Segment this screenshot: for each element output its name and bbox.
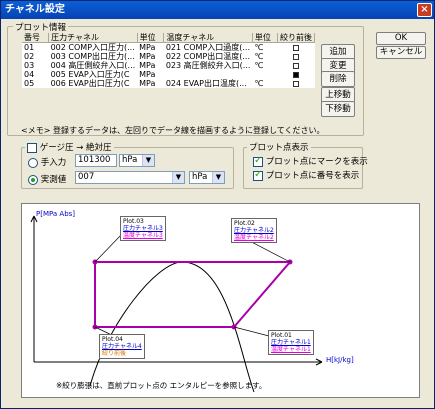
- cell-no: 04: [24, 70, 35, 79]
- manual-unit-select[interactable]: hPa ▼: [119, 154, 155, 167]
- cell-t-unit: ℃: [254, 61, 264, 70]
- show-mark-checkbox[interactable]: [253, 155, 263, 167]
- manual-label: 手入力: [40, 158, 67, 168]
- col-header-p-ch: 圧力チャネル: [48, 33, 138, 43]
- cell-p-ch: 003 COMP出口圧力(...: [50, 52, 135, 61]
- cell-t-unit: ℃: [254, 79, 264, 88]
- plot-table[interactable]: 番号 圧力チャネル 単位 温度チャネル 単位 絞り前後 01 002 COMP入口…: [22, 33, 316, 88]
- cell-flag[interactable]: [277, 52, 314, 61]
- measured-unit-value: hPa: [192, 172, 208, 182]
- plot-display-label: プロット点表示: [247, 141, 311, 153]
- show-number-row[interactable]: プロット点に番号を表示: [253, 169, 359, 181]
- measured-value: 007: [78, 172, 95, 182]
- manual-radio[interactable]: [28, 157, 38, 168]
- window-title: チャネル設定: [5, 4, 65, 15]
- gauge-checkbox-label: ゲージ圧 → 絶対圧: [39, 143, 112, 153]
- cell-t-ch: 023 高圧側絞弁入口(...: [165, 61, 251, 70]
- x-axis-label: H[kJ/kg]: [326, 356, 354, 364]
- leader-line-3: [94, 233, 123, 263]
- leader-line-1: [233, 326, 270, 337]
- plot-info-label: プロット情報: [13, 21, 69, 33]
- cell-no: 02: [24, 52, 35, 61]
- cell-p-ch: 006 EVAP出口圧力(C: [50, 79, 130, 88]
- memo-text: <メモ> 登録するデータは、左回りでデータ線を描画するように登録してください。: [21, 126, 325, 135]
- delete-button[interactable]: 削除: [321, 71, 355, 87]
- cell-no: 05: [24, 79, 35, 88]
- measured-label: 実測値: [40, 175, 67, 185]
- plot-label-3: Plot.03 圧力チャネル3 温度チャネル3: [120, 216, 166, 241]
- col-header-no: 番号: [22, 33, 50, 43]
- table-row[interactable]: 03 004 高圧側絞弁入口(... MPa 023 高圧側絞弁入口(... ℃: [22, 61, 315, 70]
- col-header-flag: 絞り前後: [277, 33, 316, 43]
- cell-flag[interactable]: [277, 61, 314, 70]
- manual-unit-value: hPa: [122, 155, 138, 165]
- cell-p-unit: MPa: [139, 61, 156, 70]
- cell-p-ch: 005 EVAP入口圧力(C: [50, 70, 130, 79]
- manual-radio-row[interactable]: 手入力: [28, 156, 66, 168]
- cell-t-unit: [252, 70, 277, 79]
- title-bar: チャネル設定 ×: [1, 1, 434, 19]
- gauge-checkbox-row[interactable]: ゲージ圧 → 絶対圧: [25, 141, 114, 153]
- close-icon[interactable]: ×: [417, 3, 432, 17]
- table-row[interactable]: 02 003 COMP出口圧力(... MPa 022 COMP出口温度(... ℃: [22, 52, 315, 61]
- cycle-line: [94, 261, 293, 328]
- show-mark-row[interactable]: プロット点にマークを表示: [253, 155, 368, 167]
- cell-flag[interactable]: [277, 43, 314, 53]
- flag-checkbox[interactable]: [292, 53, 299, 60]
- manual-input[interactable]: 101300: [75, 154, 117, 167]
- plot-label-4: Plot.04 圧力チャネル4 絞り前後: [99, 334, 145, 359]
- cell-t-ch: [164, 70, 253, 79]
- measured-radio-row[interactable]: 実測値: [28, 173, 66, 185]
- cell-no: 01: [24, 43, 35, 52]
- show-number-checkbox[interactable]: [253, 169, 263, 181]
- move-down-button[interactable]: 下移動: [321, 101, 355, 117]
- chevron-down-icon[interactable]: ▼: [212, 172, 224, 183]
- gauge-checkbox[interactable]: [27, 142, 37, 153]
- cell-t-ch: 021 COMP入口過度(...: [165, 43, 251, 52]
- channel-settings-dialog: チャネル設定 × プロット情報 番号 圧力チャネル 単位 温度チャネル 単位 絞…: [0, 0, 435, 409]
- cell-p-ch: 002 COMP入口圧力(...: [50, 43, 135, 52]
- cell-no: 03: [24, 61, 35, 70]
- measured-unit-select[interactable]: hPa ▼: [189, 171, 225, 184]
- show-mark-label: プロット点にマークを表示: [265, 157, 368, 167]
- measured-radio[interactable]: [28, 174, 38, 185]
- table-header-row: 番号 圧力チャネル 単位 温度チャネル 単位 絞り前後: [22, 33, 316, 43]
- measured-channel-select[interactable]: 007 ▼: [75, 171, 185, 184]
- cell-p-unit: MPa: [139, 70, 156, 79]
- chevron-down-icon[interactable]: ▼: [172, 172, 184, 183]
- cell-t-unit: ℃: [254, 43, 264, 52]
- cell-p-ch: 004 高圧側絞弁入口(...: [50, 61, 136, 70]
- col-header-t-ch: 温度チャネル: [163, 33, 253, 43]
- table-row[interactable]: 05 006 EVAP出口圧力(C MPa 024 EVAP出口温度(... ℃: [22, 79, 315, 88]
- diagram-note: ※絞り膨張は、直前プロット点の エンタルピーを参照します。: [56, 381, 267, 390]
- ph-diagram: P[MPa Abs] H[kJ/kg] Plot.03 圧力チャネル3 温度チャ…: [21, 203, 420, 398]
- show-number-label: プロット点に番号を表示: [265, 171, 360, 181]
- cell-flag[interactable]: [277, 79, 314, 88]
- plot-label-1: Plot.01 圧力チャネル1 温度チャネル1: [268, 330, 314, 355]
- flag-checkbox[interactable]: [292, 62, 299, 69]
- flag-checkbox[interactable]: [292, 44, 299, 51]
- cell-flag[interactable]: [277, 70, 314, 79]
- cell-p-unit: MPa: [139, 43, 156, 52]
- y-axis-label: P[MPa Abs]: [36, 210, 76, 218]
- ph-diagram-svg: [30, 215, 323, 393]
- flag-checkbox[interactable]: [292, 71, 299, 78]
- plot-label-2: Plot.02 圧力チャネル2 温度チャネル2: [231, 218, 277, 243]
- table-row[interactable]: 01 002 COMP入口圧力(... MPa 021 COMP入口過度(... ℃: [22, 43, 315, 53]
- cell-t-ch: 024 EVAP出口温度(...: [165, 79, 247, 88]
- ok-button[interactable]: OK: [376, 32, 426, 45]
- cancel-button[interactable]: キャンセル: [376, 46, 426, 59]
- col-header-p-unit: 単位: [137, 33, 165, 43]
- chevron-down-icon[interactable]: ▼: [142, 155, 154, 166]
- cell-p-unit: MPa: [139, 52, 156, 61]
- col-header-t-unit: 単位: [252, 33, 278, 43]
- flag-checkbox[interactable]: [292, 80, 299, 87]
- cell-p-unit: MPa: [139, 79, 156, 88]
- cell-t-unit: ℃: [254, 52, 264, 61]
- table-row[interactable]: 04 005 EVAP入口圧力(C MPa: [22, 70, 315, 79]
- cell-t-ch: 022 COMP出口温度(...: [165, 52, 251, 61]
